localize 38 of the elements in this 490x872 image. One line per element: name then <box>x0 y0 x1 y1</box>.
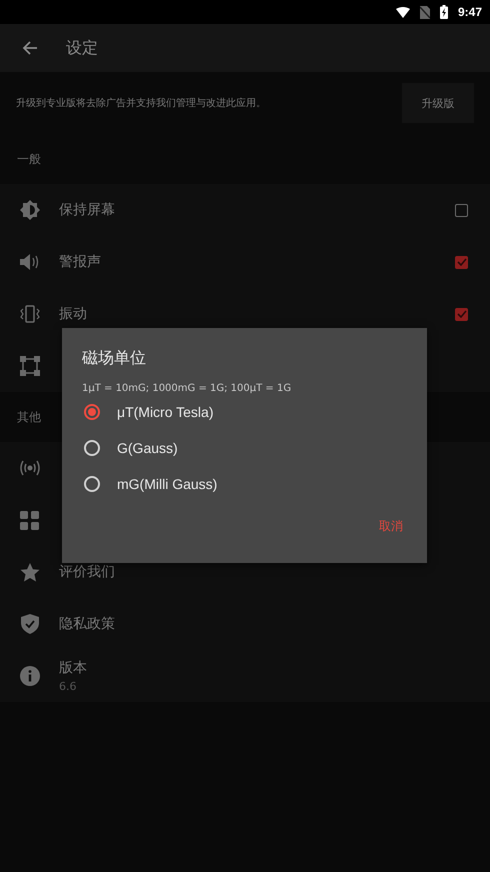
vibrating-phone-icon <box>20 305 40 323</box>
dialog-title: 磁场单位 <box>82 348 147 369</box>
radio-button[interactable] <box>84 440 100 456</box>
unit-option[interactable]: mG(Milli Gauss) <box>117 476 218 492</box>
unit-option[interactable]: μT(Micro Tesla) <box>117 404 214 420</box>
star-icon <box>20 562 40 582</box>
page-title: 设定 <box>66 38 98 58</box>
setting-label[interactable]: 版本 <box>59 659 490 677</box>
grid-icon <box>20 510 39 530</box>
radio-button[interactable] <box>84 404 100 420</box>
upgrade-message: 升级到专业版将去除广告并支持我们管理与改进此应用。 <box>16 96 266 110</box>
section-header: 一般 <box>17 150 41 168</box>
setting-label[interactable]: 振动 <box>59 305 455 323</box>
speaker-icon <box>20 254 40 270</box>
broadcast-icon <box>18 459 40 477</box>
cancel-button[interactable]: 取消 <box>375 510 407 543</box>
battery-icon <box>440 5 448 19</box>
setting-label[interactable]: 评价我们 <box>59 563 490 581</box>
setting-label[interactable]: 保持屏幕 <box>59 201 455 219</box>
brightness-icon <box>20 200 40 220</box>
radio-button[interactable] <box>84 476 100 492</box>
section-header: 其他 <box>17 408 41 426</box>
checkbox[interactable] <box>455 308 468 320</box>
status-time: 9:47 <box>458 5 482 19</box>
nodes-icon <box>20 356 40 376</box>
upgrade-button[interactable]: 升级版 <box>402 83 474 123</box>
setting-label[interactable]: 隐私政策 <box>59 615 490 633</box>
checkbox[interactable] <box>455 256 468 268</box>
info-icon <box>20 666 40 686</box>
unit-option[interactable]: G(Gauss) <box>117 440 178 456</box>
checkbox[interactable] <box>455 204 468 216</box>
setting-value: 6.6 <box>59 680 78 693</box>
setting-label[interactable]: 警报声 <box>59 253 455 271</box>
shield-check-icon <box>20 614 38 634</box>
no-sim-icon <box>420 6 430 18</box>
back-arrow-icon[interactable] <box>22 40 38 56</box>
unit-conversion-note: 1μT = 10mG; 1000mG = 1G; 100μT = 1G <box>82 383 292 394</box>
wifi-icon <box>396 6 410 18</box>
